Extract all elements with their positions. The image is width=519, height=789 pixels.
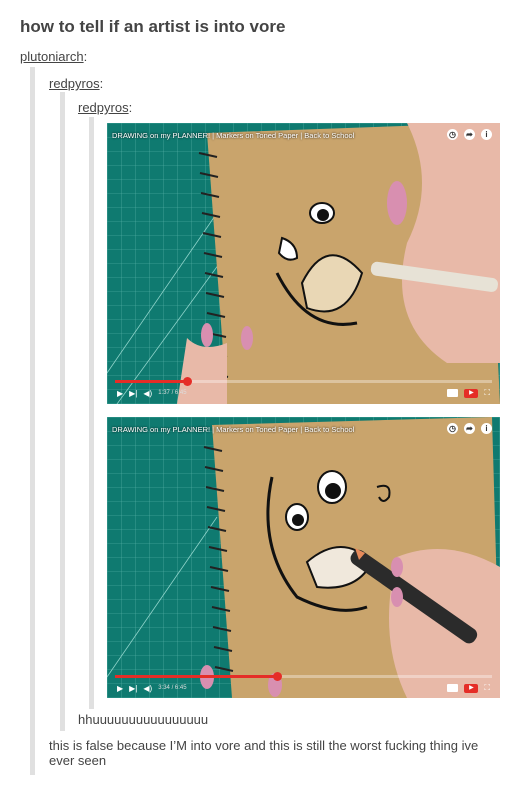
video-time: 3:34 / 6:45	[158, 685, 187, 691]
post-title: how to tell if an artist is into vore	[20, 17, 286, 36]
quote-bar-level-2	[60, 92, 65, 731]
video-title[interactable]: DRAWING on my PLANNER! | Markers on Tone…	[112, 425, 354, 434]
username-link-plutoniarch[interactable]: plutoniarch	[20, 49, 84, 64]
reply-text-1: hhuuuuuuuuuuuuuuuu	[78, 712, 209, 727]
clock-icon[interactable]: ◷	[447, 423, 458, 434]
captions-icon[interactable]	[447, 684, 459, 692]
reblog-header-2: redpyros:	[49, 75, 103, 93]
share-icon[interactable]: ➦	[464, 423, 475, 434]
username-link-redpyros[interactable]: redpyros	[78, 100, 129, 115]
video-screenshot-2[interactable]: DRAWING on my PLANNER! | Markers on Tone…	[107, 417, 500, 698]
username-colon: :	[128, 100, 133, 115]
reply-text-2: this is false because I’M into vore and …	[49, 738, 479, 768]
info-icon[interactable]: i	[481, 423, 492, 434]
drawing-scene-image	[107, 417, 500, 698]
quote-bar-level-1	[30, 67, 35, 775]
video-top-icons: ◷ ➦ i	[447, 129, 492, 140]
share-icon[interactable]: ➦	[464, 129, 475, 140]
clock-icon[interactable]: ◷	[447, 129, 458, 140]
username-colon: :	[83, 49, 88, 64]
reblog-header-3: redpyros:	[78, 99, 132, 117]
captions-icon[interactable]	[447, 389, 459, 397]
video-progress-fill	[115, 675, 278, 678]
video-top-icons: ◷ ➦ i	[447, 423, 492, 434]
video-screenshot-1[interactable]: DRAWING on my PLANNER! | Markers on Tone…	[107, 123, 500, 404]
play-icon[interactable]: ▶	[117, 684, 123, 693]
username-colon: :	[99, 76, 104, 91]
next-icon[interactable]: ▶|	[129, 389, 137, 398]
username-link-redpyros[interactable]: redpyros	[49, 76, 100, 91]
video-progress-bar[interactable]	[115, 672, 492, 681]
video-progress-fill	[115, 380, 187, 383]
youtube-logo-icon[interactable]: ▶	[464, 683, 479, 693]
video-progress-knob[interactable]	[182, 377, 192, 386]
fullscreen-icon[interactable]: ⛶	[484, 683, 490, 693]
volume-icon[interactable]: ◀)	[143, 684, 152, 693]
drawing-scene-image	[107, 123, 500, 404]
info-icon[interactable]: i	[481, 129, 492, 140]
fullscreen-icon[interactable]: ⛶	[484, 388, 490, 398]
video-time: 1:37 / 6:45	[158, 390, 187, 396]
video-controls: ▶ ▶| ◀) 1:37 / 6:45 ▶ ⛶	[117, 386, 490, 400]
reblog-header-1: plutoniarch:	[20, 48, 87, 66]
video-title[interactable]: DRAWING on my PLANNER! | Markers on Tone…	[112, 131, 354, 140]
play-icon[interactable]: ▶	[117, 389, 123, 398]
volume-icon[interactable]: ◀)	[143, 389, 152, 398]
video-controls: ▶ ▶| ◀) 3:34 / 6:45 ▶ ⛶	[117, 681, 490, 695]
youtube-logo-icon[interactable]: ▶	[464, 388, 479, 398]
video-progress-bar[interactable]	[115, 377, 492, 386]
quote-bar-level-3	[89, 117, 94, 709]
next-icon[interactable]: ▶|	[129, 684, 137, 693]
